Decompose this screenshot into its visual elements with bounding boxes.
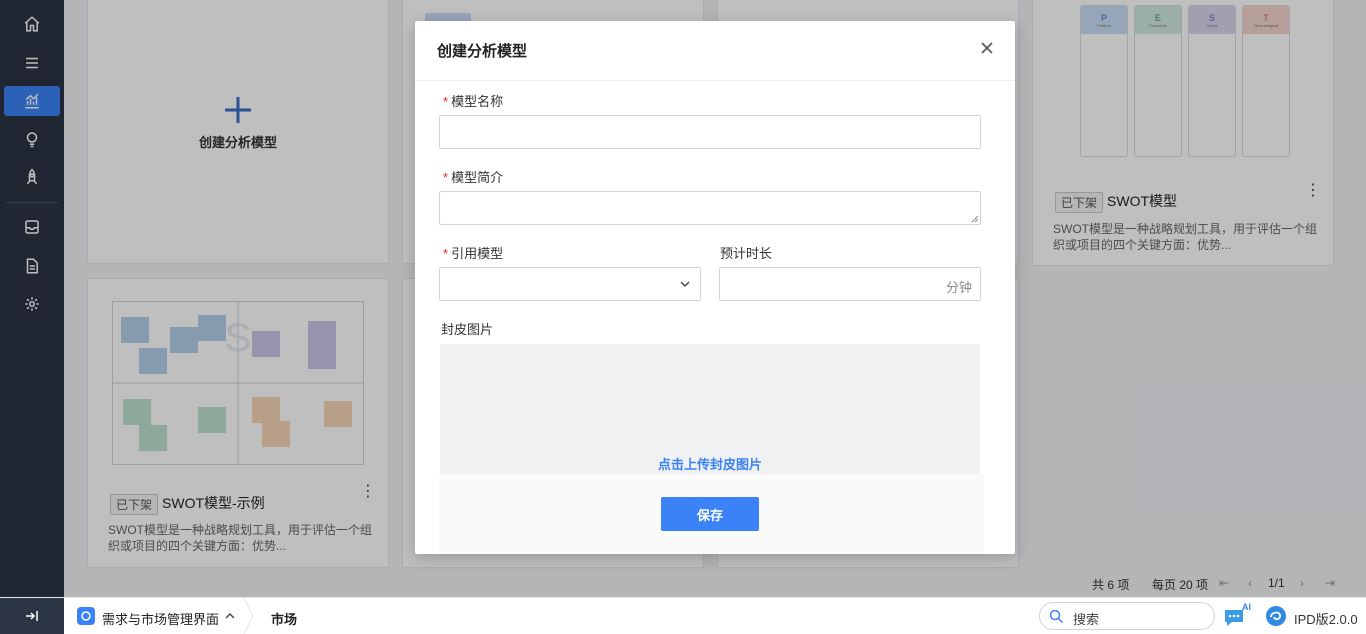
field-label-name: * 模型名称 xyxy=(443,94,504,109)
app-switcher[interactable]: 需求与市场管理界面 xyxy=(102,609,219,628)
dialog-title: 创建分析模型 xyxy=(437,43,528,60)
collapse-sidebar-button[interactable] xyxy=(0,598,64,634)
collapse-icon xyxy=(26,611,38,621)
field-label-ref: * 引用模型 xyxy=(443,246,504,261)
required-mark: * xyxy=(443,94,449,109)
app-logo-icon xyxy=(77,607,95,625)
resize-handle-icon[interactable] xyxy=(971,215,979,223)
save-button[interactable]: 保存 xyxy=(661,497,759,531)
search-placeholder: 搜索 xyxy=(1073,612,1100,627)
search-icon xyxy=(1049,609,1064,624)
required-mark: * xyxy=(443,170,449,185)
duration-unit: 分钟 xyxy=(945,280,972,295)
ai-assistant-button[interactable]: AI xyxy=(1223,602,1253,628)
upload-cover-link[interactable]: 点击上传封皮图片 xyxy=(440,454,980,473)
ai-label: AI xyxy=(1242,602,1251,612)
close-icon[interactable] xyxy=(979,40,995,56)
dialog-divider xyxy=(415,80,1015,81)
search-input[interactable]: 搜索 xyxy=(1039,602,1215,630)
field-label-intro: * 模型简介 xyxy=(443,170,504,185)
required-mark: * xyxy=(443,246,449,261)
breadcrumb-current[interactable]: 市场 xyxy=(271,609,297,628)
brand-logo-icon xyxy=(1266,606,1286,626)
create-model-dialog: 创建分析模型 * 模型名称 * 模型简介 * 引用模型 预计时长 分钟 封皮图片 点击… xyxy=(415,21,1015,554)
cover-upload-area[interactable]: 点击上传封皮图片 xyxy=(440,344,980,479)
model-name-input[interactable] xyxy=(439,115,981,149)
ref-model-select[interactable] xyxy=(439,267,701,301)
version-label: IPD版2.0.0 xyxy=(1294,612,1358,627)
field-label-cover: 封皮图片 xyxy=(441,322,494,337)
field-label-duration: 预计时长 xyxy=(720,246,773,261)
duration-input[interactable]: 分钟 xyxy=(719,267,981,301)
bottom-bar: 需求与市场管理界面 市场 搜索 AI IPD版2.0.0 xyxy=(0,597,1366,634)
chevron-down-icon xyxy=(680,281,690,287)
breadcrumb-separator xyxy=(243,598,254,634)
chevron-up-icon[interactable] xyxy=(225,612,235,620)
model-intro-textarea[interactable] xyxy=(439,191,981,225)
